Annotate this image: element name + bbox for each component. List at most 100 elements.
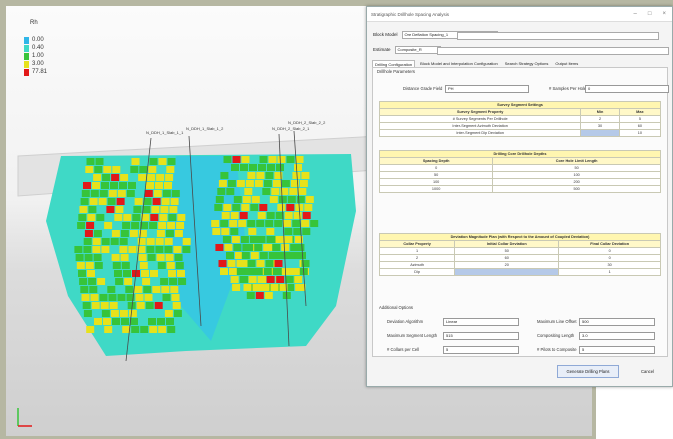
cancel-button[interactable]: Cancel [629,365,666,378]
table-cell[interactable]: 60 [454,254,560,262]
table-cell[interactable]: 5 [618,115,662,123]
block-model-label: Block Model [373,32,398,37]
model-block [241,204,250,211]
option-input[interactable]: 5 [579,346,655,354]
model-block [128,310,137,317]
distance-field-label: Distance Grade Field [403,86,443,91]
dialog-title: Stratigraphic Drillhole Spacing Analysis [371,11,450,17]
option-input[interactable]: 5 [443,346,519,354]
column-header: Initial Collar Deviation [454,240,560,248]
table-cell[interactable] [580,129,620,137]
table-cell[interactable]: 30 [558,261,661,269]
table-cell[interactable]: 1 [558,268,661,276]
model-block [95,158,104,165]
table-cell[interactable]: 0 [558,247,661,255]
table-cell[interactable]: 200 [492,178,661,186]
model-block [265,172,274,179]
model-block [290,268,299,275]
model-block [175,262,184,269]
table-cell[interactable]: 0 [558,254,661,262]
model-block [281,244,290,251]
option-input[interactable]: 500 [579,318,655,326]
model-block [81,190,90,197]
close-icon[interactable]: × [662,11,666,17]
model-block [220,220,229,227]
table-cell[interactable]: 20 [454,261,560,269]
model-block [83,310,92,317]
option-input[interactable]: 3.0 [579,332,655,340]
model-block [263,268,272,275]
model-block [143,198,152,205]
model-block [226,252,234,259]
model-block [263,180,272,187]
model-block [101,238,110,245]
table-cell[interactable]: 100 [492,171,661,179]
model-block [215,196,224,203]
model-block [310,220,319,227]
table-cell[interactable]: 2 [580,115,620,123]
model-block [240,276,249,283]
generate-plans-button[interactable]: Generate Drilling Plans [557,365,619,378]
model-block [232,156,241,163]
model-block [220,172,229,179]
deviation-plan-table: Deviation Magnitude Plan (with Respect t… [378,233,661,276]
samples-per-hole-input[interactable]: 0 [585,85,669,93]
model-block [152,198,161,205]
distance-field-input[interactable]: PH [445,85,529,93]
model-block [165,230,174,237]
model-block [116,198,125,205]
estimate-dropdown-area[interactable] [437,47,669,55]
model-block [268,156,277,163]
model-block [157,262,166,269]
model-block [182,246,191,253]
model-block [103,166,112,173]
estimate-select[interactable]: Composite_R [394,45,441,54]
table-cell[interactable]: 500 [492,185,661,193]
model-block [231,236,240,243]
model-block [99,294,108,301]
table-cell[interactable]: 10 [618,129,662,137]
model-block [153,190,162,197]
table-cell[interactable]: 60 [618,122,662,130]
dialog-titlebar: Stratigraphic Drillhole Spacing Analysis… [367,7,672,22]
option-input[interactable]: Linear [443,318,519,326]
option-input[interactable]: 515 [443,332,519,340]
table-cell[interactable] [454,268,560,276]
model-block [292,172,301,179]
model-block [158,326,167,333]
model-block [271,188,280,195]
model-block [158,158,167,165]
model-block [112,262,121,269]
model-block [149,222,158,229]
model-block [84,254,93,261]
model-block [148,166,157,173]
model-block [247,220,256,227]
axis-triad-icon [17,408,32,427]
model-block [126,190,135,197]
model-block [245,244,254,251]
column-header: Core Hole Limit Length [492,157,661,165]
model-block [167,326,176,333]
model-block [106,206,115,213]
table-cell[interactable]: 50 [492,164,661,172]
model-block [112,166,121,173]
table-cell[interactable]: 50 [454,247,560,255]
table-cell[interactable]: 30 [580,122,620,130]
model-block [80,286,89,293]
block-model-dropdown-area[interactable] [457,32,659,40]
model-block [252,284,261,291]
model-block [139,166,148,173]
model-block [110,310,119,317]
table-row: Inter-Segment Azimuth Deviation 30 60 [378,122,662,130]
model-block [226,188,235,195]
maximize-icon[interactable]: □ [648,11,652,17]
model-block [162,294,171,301]
model-block [211,220,220,227]
model-block [155,246,164,253]
minimize-icon[interactable]: – [634,11,637,17]
model-block [117,294,126,301]
model-block [171,190,180,197]
column-header: Min [580,108,620,116]
model-block [245,180,254,187]
model-block [265,220,274,227]
